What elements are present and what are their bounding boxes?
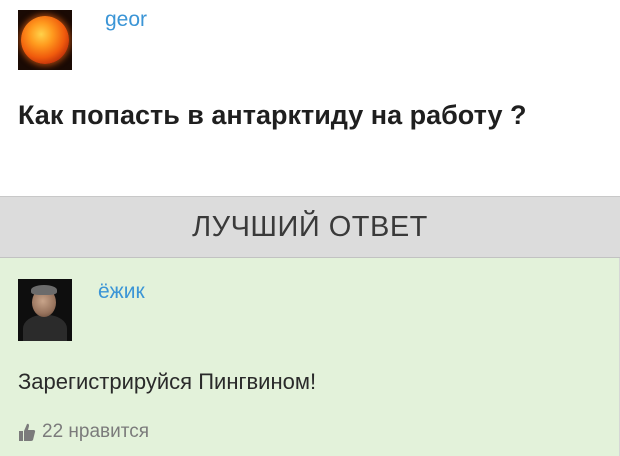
- sun-avatar-icon: [21, 16, 69, 64]
- answer-text: Зарегистрируйся Пингвином!: [18, 369, 317, 394]
- answer-author-avatar[interactable]: [18, 279, 72, 341]
- question-card: geor Как попасть в антарктиду на работу …: [0, 0, 620, 196]
- question-author-name[interactable]: geor: [105, 8, 147, 32]
- like-button[interactable]: 22 нравится: [18, 421, 149, 443]
- best-answer-header: ЛУЧШИЙ ОТВЕТ: [0, 196, 620, 258]
- avatar-hair-shape: [31, 285, 57, 295]
- avatar-body-shape: [23, 315, 67, 341]
- question-title: Как попасть в антарктиду на работу ?: [18, 100, 527, 130]
- best-answer-label: ЛУЧШИЙ ОТВЕТ: [192, 211, 428, 243]
- answer-author-name[interactable]: ёжик: [98, 280, 145, 304]
- likes-count: 22 нравится: [42, 421, 150, 442]
- question-author-avatar[interactable]: [18, 10, 72, 70]
- thumbs-up-icon: [19, 423, 36, 441]
- answer-card: ёжик Зарегистрируйся Пингвином! 22 нрави…: [0, 258, 620, 456]
